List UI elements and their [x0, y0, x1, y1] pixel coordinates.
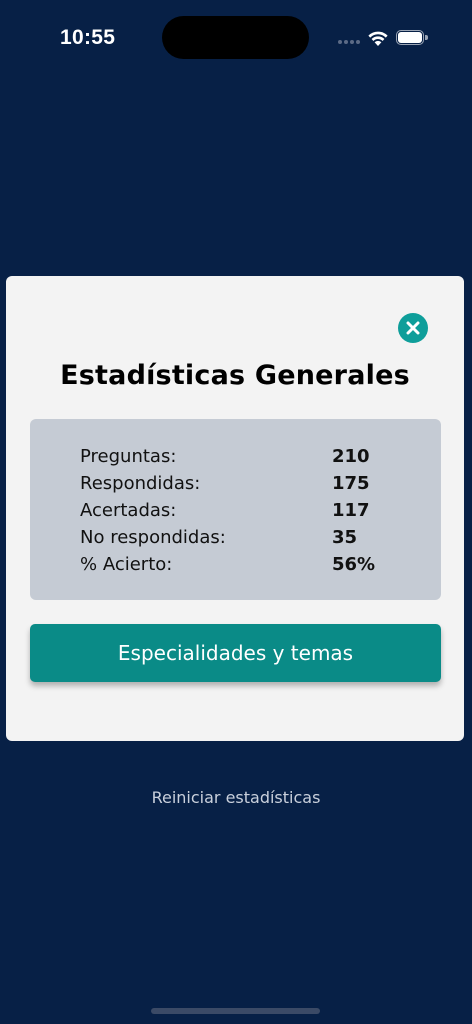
stats-value: 117 — [332, 500, 370, 521]
stats-row-answered: Respondidas: 175 — [80, 473, 400, 497]
stats-row-correct: Acertadas: 117 — [80, 500, 400, 524]
battery-icon — [396, 30, 430, 46]
stats-value: 210 — [332, 446, 370, 467]
stats-label: Preguntas: — [80, 446, 177, 467]
stats-label: No respondidas: — [80, 527, 226, 548]
status-bar: 10:55 — [0, 0, 472, 76]
stats-label: Acertadas: — [80, 500, 177, 521]
close-icon — [406, 321, 420, 335]
stats-value: 35 — [332, 527, 358, 548]
modal-title: Estadísticas Generales — [60, 360, 410, 391]
stats-label: Respondidas: — [80, 473, 201, 494]
stats-box: Preguntas: 210 Respondidas: 175 Acertada… — [30, 419, 441, 600]
specialties-topics-button[interactable]: Especialidades y temas — [30, 624, 441, 682]
wifi-icon — [366, 29, 390, 47]
close-button[interactable] — [398, 313, 428, 343]
status-time: 10:55 — [60, 26, 116, 49]
stats-row-unanswered: No respondidas: 35 — [80, 527, 400, 551]
statistics-modal: Estadísticas Generales Preguntas: 210 Re… — [6, 276, 464, 741]
reset-statistics-link[interactable]: Reiniciar estadísticas — [0, 788, 472, 807]
cellular-signal-icon — [338, 40, 362, 46]
stats-row-questions: Preguntas: 210 — [80, 446, 400, 470]
stats-value: 175 — [332, 473, 370, 494]
home-indicator[interactable] — [151, 1008, 320, 1014]
stats-label: % Acierto: — [80, 554, 173, 575]
stats-row-success-rate: % Acierto: 56% — [80, 554, 400, 578]
dynamic-island — [162, 16, 309, 59]
stats-value: 56% — [332, 554, 376, 575]
